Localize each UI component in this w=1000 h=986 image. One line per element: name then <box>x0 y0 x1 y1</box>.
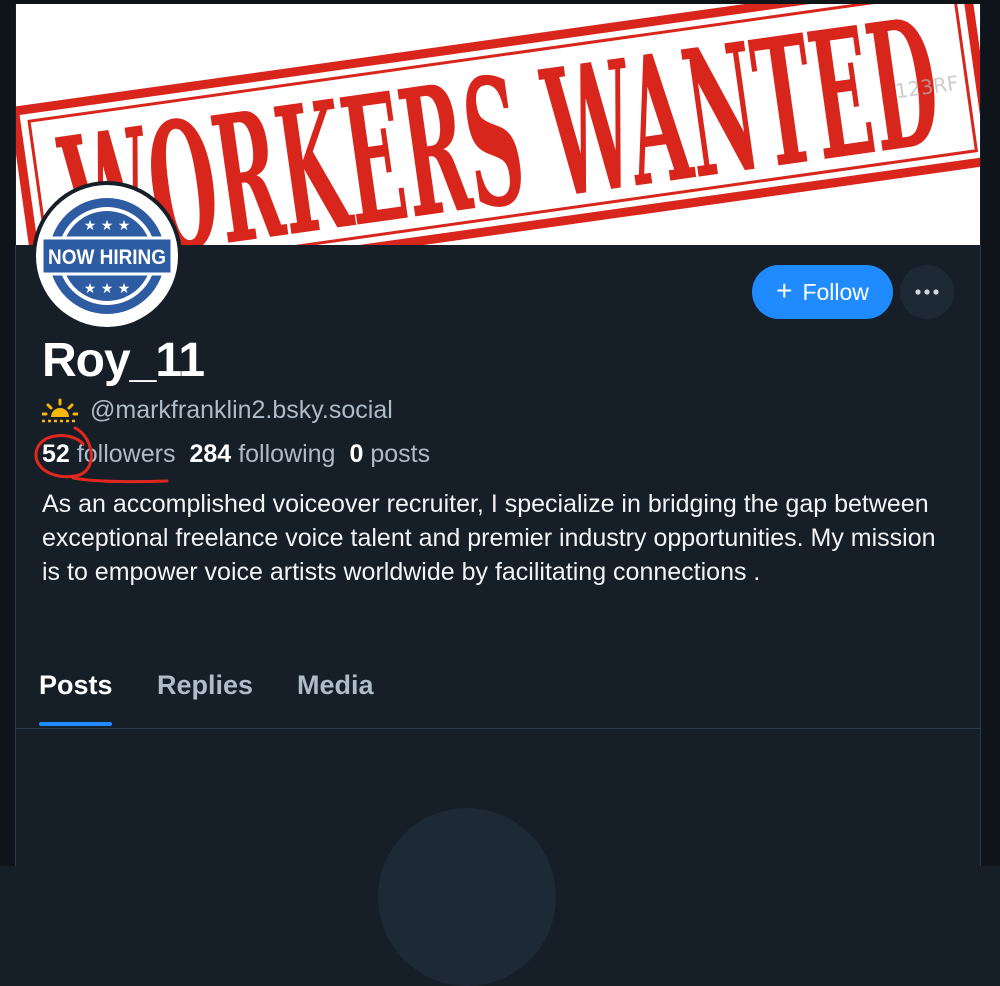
now-hiring-badge: NOW HIRING ★ ★ ★ ★ ★ ★ <box>40 198 174 314</box>
sunrise-emoji-icon <box>42 398 78 423</box>
handle-row: @markfranklin2.bsky.social <box>42 394 393 426</box>
more-options-button[interactable] <box>900 265 954 319</box>
right-gutter <box>981 0 1000 866</box>
frame-line-left <box>15 245 16 866</box>
plus-icon: + <box>776 275 793 306</box>
badge-text: NOW HIRING <box>48 246 166 269</box>
tab-replies[interactable]: Replies <box>157 670 253 701</box>
display-name: Roy_11 <box>42 334 205 387</box>
avatar-image: NOW HIRING ★ ★ ★ ★ ★ ★ <box>36 185 178 327</box>
badge-stars-top-icon: ★ ★ ★ <box>84 218 131 234</box>
red-circle-annotation <box>34 426 169 484</box>
follow-label: Follow <box>802 278 869 305</box>
follow-button[interactable]: + Follow <box>752 265 893 319</box>
avatar[interactable]: NOW HIRING ★ ★ ★ ★ ★ ★ <box>32 181 182 331</box>
posts-label: posts <box>370 440 431 468</box>
profile-bio: As an accomplished voiceover recruiter, … <box>42 490 936 586</box>
following-label[interactable]: following <box>238 440 335 469</box>
ellipsis-icon <box>915 289 939 295</box>
loading-placeholder <box>378 808 556 986</box>
profile-tabs: Posts Replies Media <box>16 660 980 728</box>
badge-stars-bottom-icon: ★ ★ ★ <box>84 281 131 297</box>
left-gutter <box>0 0 15 866</box>
banner-headline: WORKERS WANTED <box>50 4 951 245</box>
handle[interactable]: @markfranklin2.bsky.social <box>90 396 393 425</box>
frame-line-right <box>980 245 981 866</box>
posts-count: 0 <box>349 440 364 468</box>
tab-posts[interactable]: Posts <box>39 670 113 701</box>
tabs-divider <box>16 728 980 729</box>
tab-media[interactable]: Media <box>297 670 374 701</box>
active-tab-indicator <box>39 722 112 726</box>
following-count[interactable]: 284 <box>189 440 231 469</box>
